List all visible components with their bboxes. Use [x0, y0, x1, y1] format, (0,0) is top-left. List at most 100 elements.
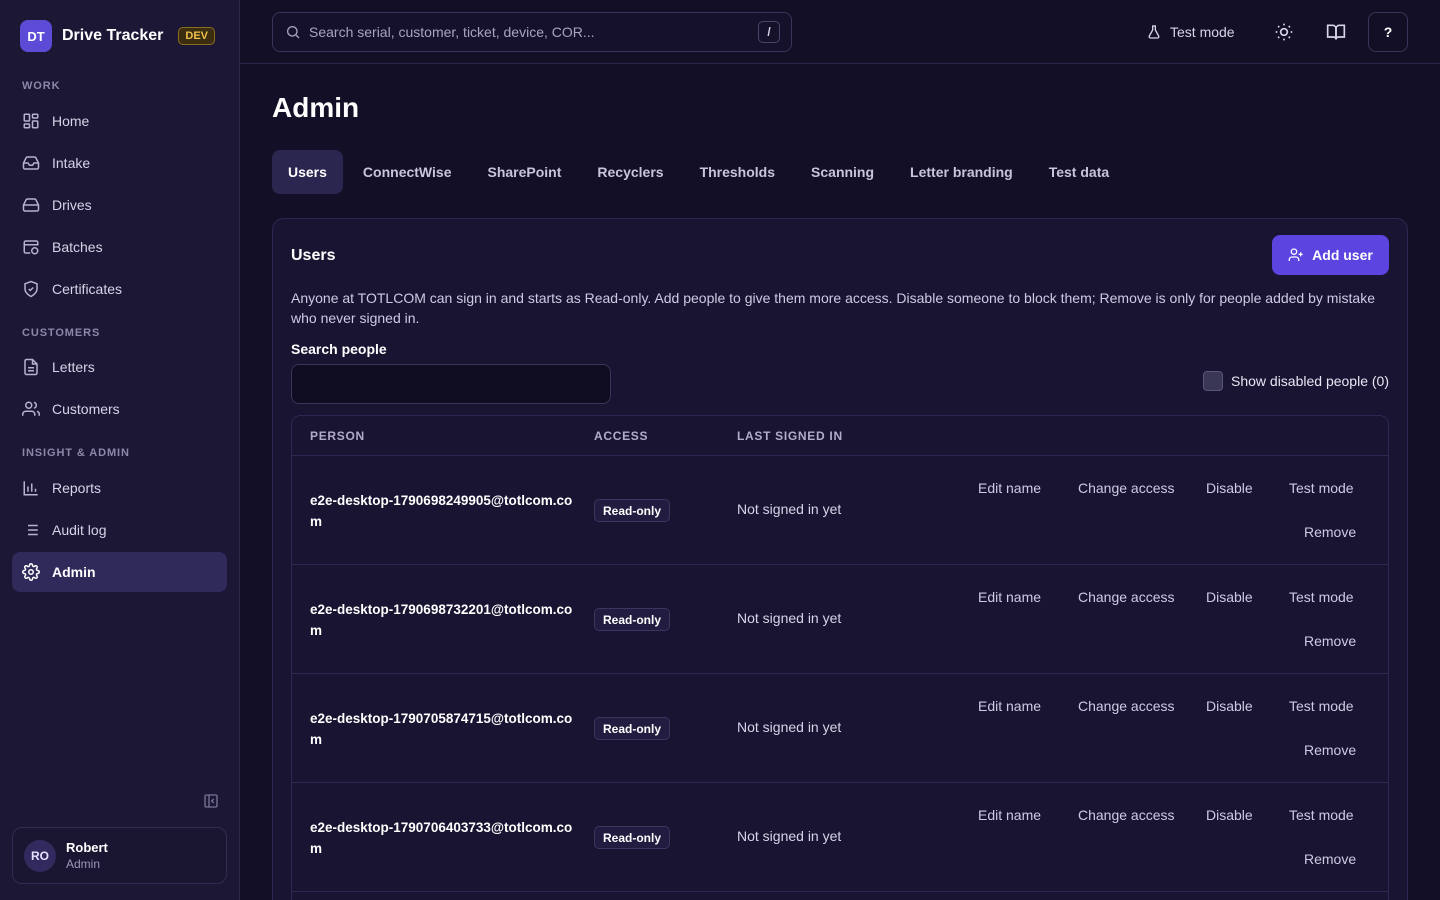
- brand[interactable]: DT Drive Tracker DEV: [20, 20, 216, 52]
- global-search[interactable]: /: [272, 12, 792, 52]
- user-role: Admin: [66, 856, 101, 871]
- sidebar-item-reports[interactable]: Reports: [12, 468, 227, 508]
- docs-book-icon[interactable]: [1324, 20, 1348, 44]
- search-people-input[interactable]: [291, 364, 611, 404]
- table-row: e2e-desktop-1790698732201@totlcom.com Re…: [292, 565, 1388, 674]
- remove-button[interactable]: Remove: [1304, 524, 1356, 540]
- last-signed-in: Not signed in yet: [737, 501, 842, 517]
- disable-button[interactable]: Disable: [1206, 698, 1253, 714]
- theme-toggle-sun-icon[interactable]: [1272, 20, 1296, 44]
- sidebar-item-label: Admin: [52, 564, 96, 580]
- tab-test-data[interactable]: Test data: [1033, 150, 1125, 194]
- tab-recyclers[interactable]: Recyclers: [581, 150, 679, 194]
- test-mode-button[interactable]: Test mode: [1146, 20, 1235, 44]
- sidebar-item-label: Drives: [52, 197, 92, 213]
- access-badge: Read-only: [594, 499, 671, 522]
- sidebar-item-audit-log[interactable]: Audit log: [12, 510, 227, 550]
- add-user-label: Add user: [1312, 247, 1373, 263]
- hard-drive-icon: [22, 196, 40, 214]
- disable-button[interactable]: Disable: [1206, 480, 1253, 496]
- search-icon: [285, 24, 301, 40]
- sidebar-item-admin[interactable]: Admin: [12, 552, 227, 592]
- test-mode-row-button[interactable]: Test mode: [1289, 698, 1354, 714]
- sidebar-item-intake[interactable]: Intake: [12, 143, 227, 183]
- tab-thresholds[interactable]: Thresholds: [684, 150, 791, 194]
- column-header-person: PERSON: [310, 429, 365, 443]
- remove-button[interactable]: Remove: [1304, 633, 1356, 649]
- app-logo: DT: [20, 20, 52, 52]
- home-icon: [22, 112, 40, 130]
- admin-tabs: Users ConnectWise SharePoint Recyclers T…: [272, 150, 1129, 194]
- file-text-icon: [22, 358, 40, 376]
- last-signed-in: Not signed in yet: [737, 719, 842, 735]
- users-table: PERSON ACCESS LAST SIGNED IN e2e-desktop…: [291, 415, 1389, 900]
- section-label-customers: CUSTOMERS: [22, 327, 101, 339]
- env-badge: DEV: [178, 27, 216, 45]
- tab-scanning[interactable]: Scanning: [795, 150, 890, 194]
- tab-sharepoint[interactable]: SharePoint: [471, 150, 577, 194]
- change-access-button[interactable]: Change access: [1078, 807, 1175, 823]
- table-row: e2e-desktop-1790698249905@totlcom.com Re…: [292, 456, 1388, 565]
- inbox-icon: [22, 154, 40, 172]
- show-disabled-checkbox[interactable]: [1203, 371, 1223, 391]
- sidebar-item-batches[interactable]: Batches: [12, 227, 227, 267]
- edit-name-button[interactable]: Edit name: [978, 698, 1041, 714]
- user-plus-icon: [1288, 247, 1304, 263]
- remove-button[interactable]: Remove: [1304, 742, 1356, 758]
- user-name: Robert: [66, 839, 108, 855]
- change-access-button[interactable]: Change access: [1078, 480, 1175, 496]
- sidebar-item-drives[interactable]: Drives: [12, 185, 227, 225]
- show-disabled-toggle[interactable]: Show disabled people (0): [1203, 371, 1389, 391]
- edit-name-button[interactable]: Edit name: [978, 480, 1041, 496]
- test-mode-row-button[interactable]: Test mode: [1289, 589, 1354, 605]
- help-button[interactable]: ?: [1368, 12, 1408, 52]
- table-row: e2e-desktop-1790706403733@totlcom.com Re…: [292, 783, 1388, 892]
- gear-icon: [22, 563, 40, 581]
- change-access-button[interactable]: Change access: [1078, 589, 1175, 605]
- avatar: RO: [24, 839, 56, 872]
- user-menu[interactable]: RO Robert Admin: [12, 827, 227, 884]
- remove-button[interactable]: Remove: [1304, 851, 1356, 867]
- page-title: Admin: [272, 92, 360, 123]
- tab-users[interactable]: Users: [272, 150, 343, 194]
- last-signed-in: Not signed in yet: [737, 828, 842, 844]
- last-signed-in: Not signed in yet: [737, 610, 842, 626]
- app-name: Drive Tracker: [62, 27, 164, 44]
- sidebar-item-certificates[interactable]: Certificates: [12, 269, 227, 309]
- show-disabled-label: Show disabled people (0): [1231, 373, 1389, 389]
- test-mode-row-button[interactable]: Test mode: [1289, 480, 1354, 496]
- collapse-sidebar-icon[interactable]: [203, 793, 219, 809]
- topbar: / Test mode ?: [240, 0, 1440, 64]
- sidebar-item-label: Reports: [52, 480, 102, 496]
- flask-icon: [1146, 24, 1162, 40]
- package-icon: [22, 238, 40, 256]
- test-mode-row-button[interactable]: Test mode: [1289, 807, 1354, 823]
- change-access-button[interactable]: Change access: [1078, 698, 1175, 714]
- person-email: e2e-desktop-1790705874715@totlcom.com: [310, 711, 573, 747]
- list-icon: [22, 521, 40, 539]
- sidebar-item-customers[interactable]: Customers: [12, 389, 227, 429]
- search-input[interactable]: [309, 24, 758, 40]
- sidebar-item-label: Batches: [52, 239, 103, 255]
- edit-name-button[interactable]: Edit name: [978, 807, 1041, 823]
- sidebar-item-label: Customers: [52, 401, 120, 417]
- disable-button[interactable]: Disable: [1206, 589, 1253, 605]
- sidebar-item-letters[interactable]: Letters: [12, 347, 227, 387]
- column-header-last-signed-in: LAST SIGNED IN: [737, 429, 843, 443]
- disable-button[interactable]: Disable: [1206, 807, 1253, 823]
- sidebar-item-label: Home: [52, 113, 90, 129]
- users-icon: [22, 400, 40, 418]
- add-user-button[interactable]: Add user: [1272, 235, 1389, 275]
- sidebar-item-label: Letters: [52, 359, 95, 375]
- tab-letter-branding[interactable]: Letter branding: [894, 150, 1029, 194]
- section-label-insight-admin: INSIGHT & ADMIN: [22, 447, 130, 459]
- person-email: e2e-desktop-1790698249905@totlcom.com: [310, 493, 573, 529]
- sidebar-item-home[interactable]: Home: [12, 101, 227, 141]
- search-shortcut: /: [758, 21, 780, 43]
- table-header: PERSON ACCESS LAST SIGNED IN: [292, 416, 1388, 456]
- access-badge: Read-only: [594, 826, 671, 849]
- card-description: Anyone at TOTLCOM can sign in and starts…: [291, 290, 1376, 326]
- tab-connectwise[interactable]: ConnectWise: [347, 150, 468, 194]
- edit-name-button[interactable]: Edit name: [978, 589, 1041, 605]
- bar-chart-icon: [22, 479, 40, 497]
